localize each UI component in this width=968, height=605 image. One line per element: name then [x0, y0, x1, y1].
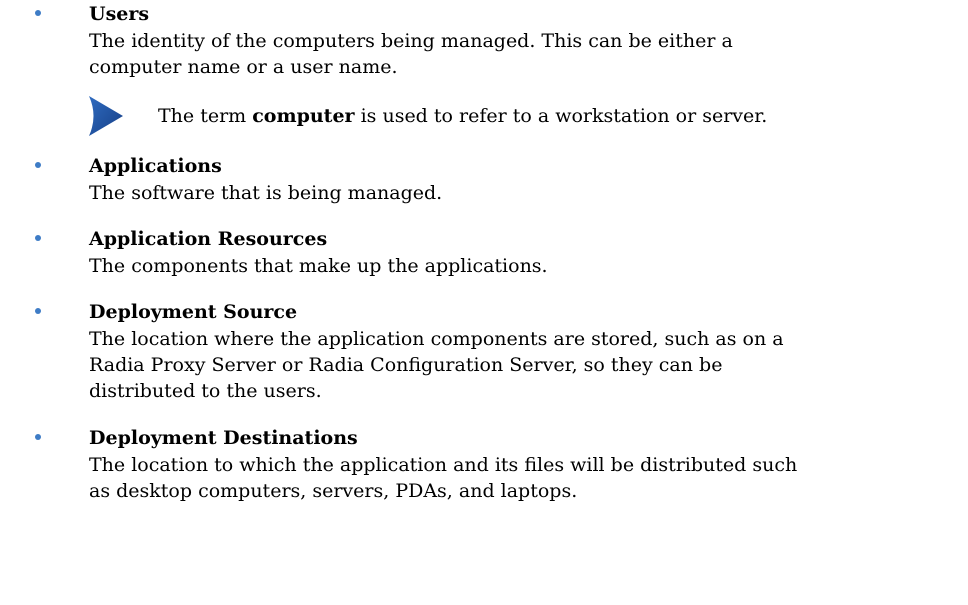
description-line: Radia Proxy Server or Radia Configuratio… — [89, 354, 723, 376]
item-term: Application Resources — [89, 228, 328, 250]
document-page: Users The identity of the computers bein… — [0, 0, 968, 605]
note-arrow-icon — [89, 96, 123, 136]
description-line: The software that is being managed. — [89, 182, 443, 204]
note-keyword: computer — [252, 105, 355, 127]
description-line: The identity of the computers being mana… — [89, 30, 733, 52]
item-description: The location to which the application an… — [89, 452, 949, 504]
item-description: The location where the application compo… — [89, 326, 949, 404]
description-line: computer name or a user name. — [89, 56, 398, 78]
item-term: Users — [89, 3, 150, 25]
item-description: The components that make up the applicat… — [89, 253, 949, 279]
description-line: The location to which the application an… — [89, 454, 798, 476]
description-line: as desktop computers, servers, PDAs, and… — [89, 480, 578, 502]
note-prefix: The term — [158, 105, 253, 127]
description-line: distributed to the users. — [89, 380, 322, 402]
item-term: Applications — [89, 155, 222, 177]
item-term: Deployment Destinations — [89, 427, 358, 449]
note-suffix: is used to refer to a workstation or ser… — [354, 105, 768, 127]
bullet-icon — [35, 235, 41, 241]
note-text: The term computer is used to refer to a … — [158, 104, 767, 128]
bullet-icon — [35, 162, 41, 168]
note-callout: The term computer is used to refer to a … — [89, 96, 949, 136]
bullet-icon — [35, 10, 41, 16]
item-description: The software that is being managed. — [89, 180, 949, 206]
description-line: The location where the application compo… — [89, 328, 784, 350]
bullet-icon — [35, 308, 41, 314]
item-term: Deployment Source — [89, 301, 298, 323]
bullet-icon — [35, 434, 41, 440]
description-line: The components that make up the applicat… — [89, 255, 548, 277]
item-description: The identity of the computers being mana… — [89, 28, 949, 80]
